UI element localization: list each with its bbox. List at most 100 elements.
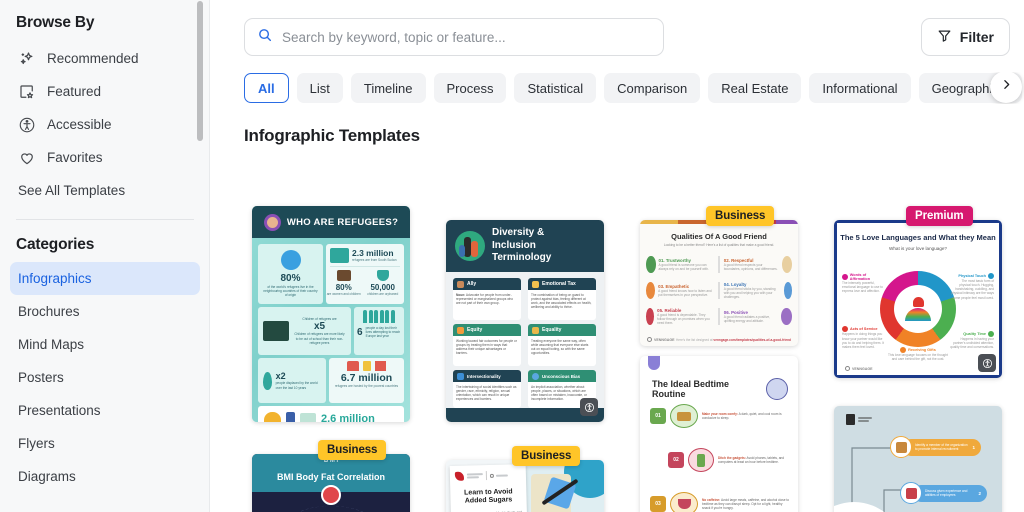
thumb-header: WHO ARE REFUGEES? <box>252 206 410 238</box>
thumb-term: Intersectionality <box>467 373 501 379</box>
top-bar: Search by keyword, topic or feature... <box>210 0 1024 56</box>
tab-statistical[interactable]: Statistical <box>514 73 597 103</box>
filter-button[interactable]: Filter <box>920 18 1010 56</box>
thumb-node: Identify a member of the organization to… <box>915 442 968 451</box>
thumb-stat: 80% <box>335 283 352 292</box>
badge-premium: Premium <box>906 206 973 226</box>
tab-timeline[interactable]: Timeline <box>350 73 426 103</box>
tab-label: Process <box>446 80 494 96</box>
thumb-caption: people a day lost their lives attempting… <box>365 326 401 339</box>
accessibility-badge-icon <box>580 398 598 416</box>
thumb-step-num: 01 <box>650 408 666 424</box>
sidebar-scrollbar[interactable] <box>197 0 203 512</box>
sidebar-scrollbar-thumb[interactable] <box>197 1 203 141</box>
category-label: Flyers <box>18 436 55 451</box>
sparkles-icon <box>18 50 36 68</box>
thumb-caption: Children of refugees are more likely to … <box>294 332 345 345</box>
thumb-stat: 2.6 million <box>321 413 375 422</box>
tab-label: Real Estate <box>721 80 789 96</box>
thumb-caption: refugees are from South Sudan <box>352 258 397 263</box>
thumb-title: Diversity & Inclusion Terminology <box>492 227 552 264</box>
thumb-term: Emotional Tax <box>542 281 576 287</box>
thumb-subtitle: What is your love language? <box>889 246 947 252</box>
tab-label: List <box>309 80 330 96</box>
template-card-bmi-body-fat-correlation[interactable]: B M I BMI Body Fat Correlation WOMEN Bod… <box>252 454 410 512</box>
category-label: Presentations <box>18 403 101 418</box>
tab-real-estate[interactable]: Real Estate <box>708 73 802 103</box>
category-label: Mind Maps <box>18 337 85 352</box>
sidebar-item-recommended[interactable]: Recommended <box>0 42 210 75</box>
category-label: Posters <box>18 370 64 385</box>
thumb-segment: Words of Affirmation <box>849 273 871 281</box>
template-thumbnail: The 5 Love Languages and What they Mean … <box>837 223 999 375</box>
tab-comparison[interactable]: Comparison <box>604 73 701 103</box>
template-grid: WHO ARE REFUGEES? 80% of the world's ref… <box>244 162 1024 512</box>
template-thumbnail: Identify a member of the organization to… <box>834 406 1002 512</box>
thumb-stat: 2.3 million <box>352 248 394 259</box>
thumb-node: Discuss given experience and abilities o… <box>925 488 968 497</box>
thumb-title: BMI Body Fat Correlation <box>276 472 385 482</box>
tab-label: Statistical <box>527 80 584 96</box>
sidebar-item-favorites[interactable]: Favorites <box>0 141 210 174</box>
tab-label: Comparison <box>617 80 688 96</box>
template-thumbnail: Learn to Avoid Added Sugars Added sugars… <box>446 460 604 512</box>
categories-heading: Categories <box>16 236 95 253</box>
search-input[interactable]: Search by keyword, topic or feature... <box>244 18 664 56</box>
template-card-who-are-refugees[interactable]: WHO ARE REFUGEES? 80% of the world's ref… <box>252 206 410 422</box>
heart-icon <box>18 149 36 167</box>
sidebar-item-label: Favorites <box>47 150 103 165</box>
sidebar-item-diagrams[interactable]: Diagrams <box>10 460 200 493</box>
thumb-stat: 6 <box>357 326 363 338</box>
filter-label: Filter <box>959 29 994 45</box>
thumb-term-label: Noun: <box>456 293 466 297</box>
template-thumbnail: The Ideal Bedtime Routine 01 Make your r… <box>640 356 798 512</box>
thumb-header: Diversity & Inclusion Terminology <box>446 220 604 272</box>
thumb-term: Ally <box>467 281 477 287</box>
thumb-stat: 6.7 million <box>340 372 393 384</box>
category-label: Diagrams <box>18 469 76 484</box>
badge-business: Business <box>318 440 387 460</box>
template-card-qualities-of-a-good-friend[interactable]: Qualities Of A Good Friend Looking to be… <box>640 220 798 346</box>
template-thumbnail: B M I BMI Body Fat Correlation WOMEN Bod… <box>252 454 410 512</box>
template-card-diversity-inclusion-terminology[interactable]: Diversity & Inclusion Terminology Ally N… <box>446 220 604 422</box>
sidebar-item-infographics[interactable]: Infographics <box>10 262 200 295</box>
tab-label: Timeline <box>363 80 413 96</box>
template-card-ideal-bedtime-routine[interactable]: The Ideal Bedtime Routine 01 Make your r… <box>640 356 798 512</box>
thumb-caption: refugees are hosted by the poorest count… <box>334 384 399 388</box>
tab-informational[interactable]: Informational <box>809 73 911 103</box>
tabs-next-button[interactable] <box>990 72 1022 103</box>
main-content: Search by keyword, topic or feature... F… <box>210 0 1024 512</box>
thumb-footer: VENNGAGE <box>654 337 675 342</box>
tab-list[interactable]: List <box>296 73 343 103</box>
sidebar-item-label: Featured <box>47 84 102 99</box>
thumb-title: The Ideal Bedtime Routine <box>652 379 730 399</box>
page-title: Infographic Templates <box>244 126 420 145</box>
tab-label: Informational <box>822 80 898 96</box>
thumb-title: The 5 Love Languages and What they Mean <box>840 233 996 242</box>
sidebar: Browse By Recommended Featured Accessibl… <box>0 0 210 512</box>
sidebar-item-posters[interactable]: Posters <box>10 361 200 394</box>
accessibility-badge-icon <box>978 354 996 372</box>
thumb-term: Equity <box>467 327 483 333</box>
tab-process[interactable]: Process <box>433 73 507 103</box>
sidebar-item-flyers[interactable]: Flyers <box>10 427 200 460</box>
thumb-stat: 50,000 <box>370 283 395 292</box>
sidebar-item-accessible[interactable]: Accessible <box>0 108 210 141</box>
featured-star-frame-icon <box>18 83 36 101</box>
sidebar-item-brochures[interactable]: Brochures <box>10 295 200 328</box>
thumb-caption: children are orphaned <box>367 292 399 296</box>
template-card-learn-to-avoid-added-sugars[interactable]: Learn to Avoid Added Sugars Added sugars… <box>446 460 604 512</box>
thumb-caption: people displaced by the world over the l… <box>275 381 318 390</box>
sidebar-item-presentations[interactable]: Presentations <box>10 394 200 427</box>
sidebar-item-mind-maps[interactable]: Mind Maps <box>10 328 200 361</box>
template-thumbnail: WHO ARE REFUGEES? 80% of the world's ref… <box>252 206 410 422</box>
badge-business: Business <box>706 206 775 226</box>
template-card-top-6-internal-recruitment[interactable]: Identify a member of the organization to… <box>834 406 1002 512</box>
funnel-icon <box>937 28 952 46</box>
sidebar-item-featured[interactable]: Featured <box>0 75 210 108</box>
tab-all[interactable]: All <box>244 73 289 103</box>
sidebar-item-see-all-templates[interactable]: See All Templates <box>0 174 210 207</box>
thumb-footer: VENNGAGE <box>852 366 873 371</box>
template-card-five-love-languages[interactable]: The 5 Love Languages and What they Mean … <box>834 220 1002 378</box>
accessibility-icon <box>18 116 36 134</box>
